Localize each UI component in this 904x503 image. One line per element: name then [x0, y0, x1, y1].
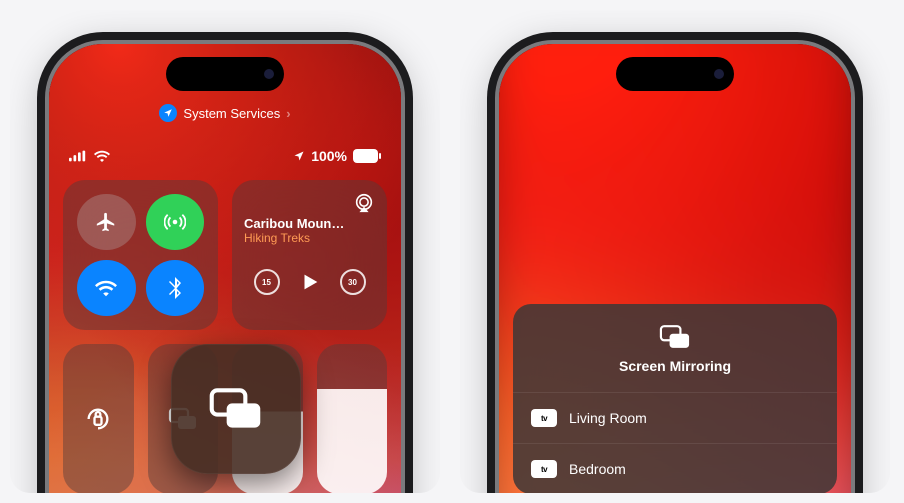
right-panel: Screen Mirroring tv Living Room tv Bedro… — [460, 10, 890, 493]
media-card[interactable]: Caribou Moun… Hiking Treks 15 30 — [232, 180, 387, 330]
orientation-lock-tile[interactable] — [63, 344, 134, 493]
battery-percentage: 100% — [311, 148, 347, 164]
status-bar: 100% — [63, 148, 387, 180]
screen-mirroring-icon — [658, 324, 692, 350]
airplay-icon[interactable] — [353, 192, 375, 214]
airplane-mode-toggle[interactable] — [77, 194, 136, 250]
dynamic-island — [166, 57, 284, 91]
highlight-screen-mirroring-zoom — [171, 344, 301, 474]
left-panel: System Services › 100% — [10, 10, 440, 493]
skip-forward-30-button[interactable]: 30 — [340, 269, 366, 295]
dynamic-island — [616, 57, 734, 91]
iphone-frame-right: Screen Mirroring tv Living Room tv Bedro… — [495, 40, 855, 493]
device-name: Living Room — [569, 410, 647, 426]
screen-mirroring-icon — [208, 386, 264, 432]
location-usage-banner[interactable]: System Services › — [63, 104, 387, 122]
mirroring-device-row[interactable]: tv Living Room — [513, 393, 837, 444]
apple-tv-icon: tv — [531, 460, 557, 478]
bluetooth-toggle[interactable] — [146, 260, 205, 316]
screen-mirroring-sheet: Screen Mirroring tv Living Room tv Bedro… — [513, 304, 837, 493]
volume-slider[interactable] — [317, 344, 388, 493]
cellular-icon — [69, 150, 87, 162]
sheet-title: Screen Mirroring — [513, 358, 837, 374]
wifi-icon — [93, 150, 111, 162]
media-subtitle: Hiking Treks — [244, 231, 375, 245]
sheet-header: Screen Mirroring — [513, 304, 837, 393]
connectivity-card[interactable] — [63, 180, 218, 330]
skip-back-15-button[interactable]: 15 — [254, 269, 280, 295]
location-arrow-icon — [159, 104, 177, 122]
chevron-right-icon: › — [286, 106, 290, 121]
battery-icon — [353, 149, 381, 163]
play-button[interactable] — [299, 271, 321, 293]
media-title: Caribou Moun… — [244, 216, 375, 231]
location-arrow-icon — [293, 150, 305, 162]
mirroring-device-row[interactable]: tv Bedroom — [513, 444, 837, 493]
apple-tv-icon: tv — [531, 409, 557, 427]
iphone-frame-left: System Services › 100% — [45, 40, 405, 493]
wifi-toggle[interactable] — [77, 260, 136, 316]
banner-label: System Services — [183, 106, 280, 121]
cellular-data-toggle[interactable] — [146, 194, 205, 250]
device-name: Bedroom — [569, 461, 626, 477]
